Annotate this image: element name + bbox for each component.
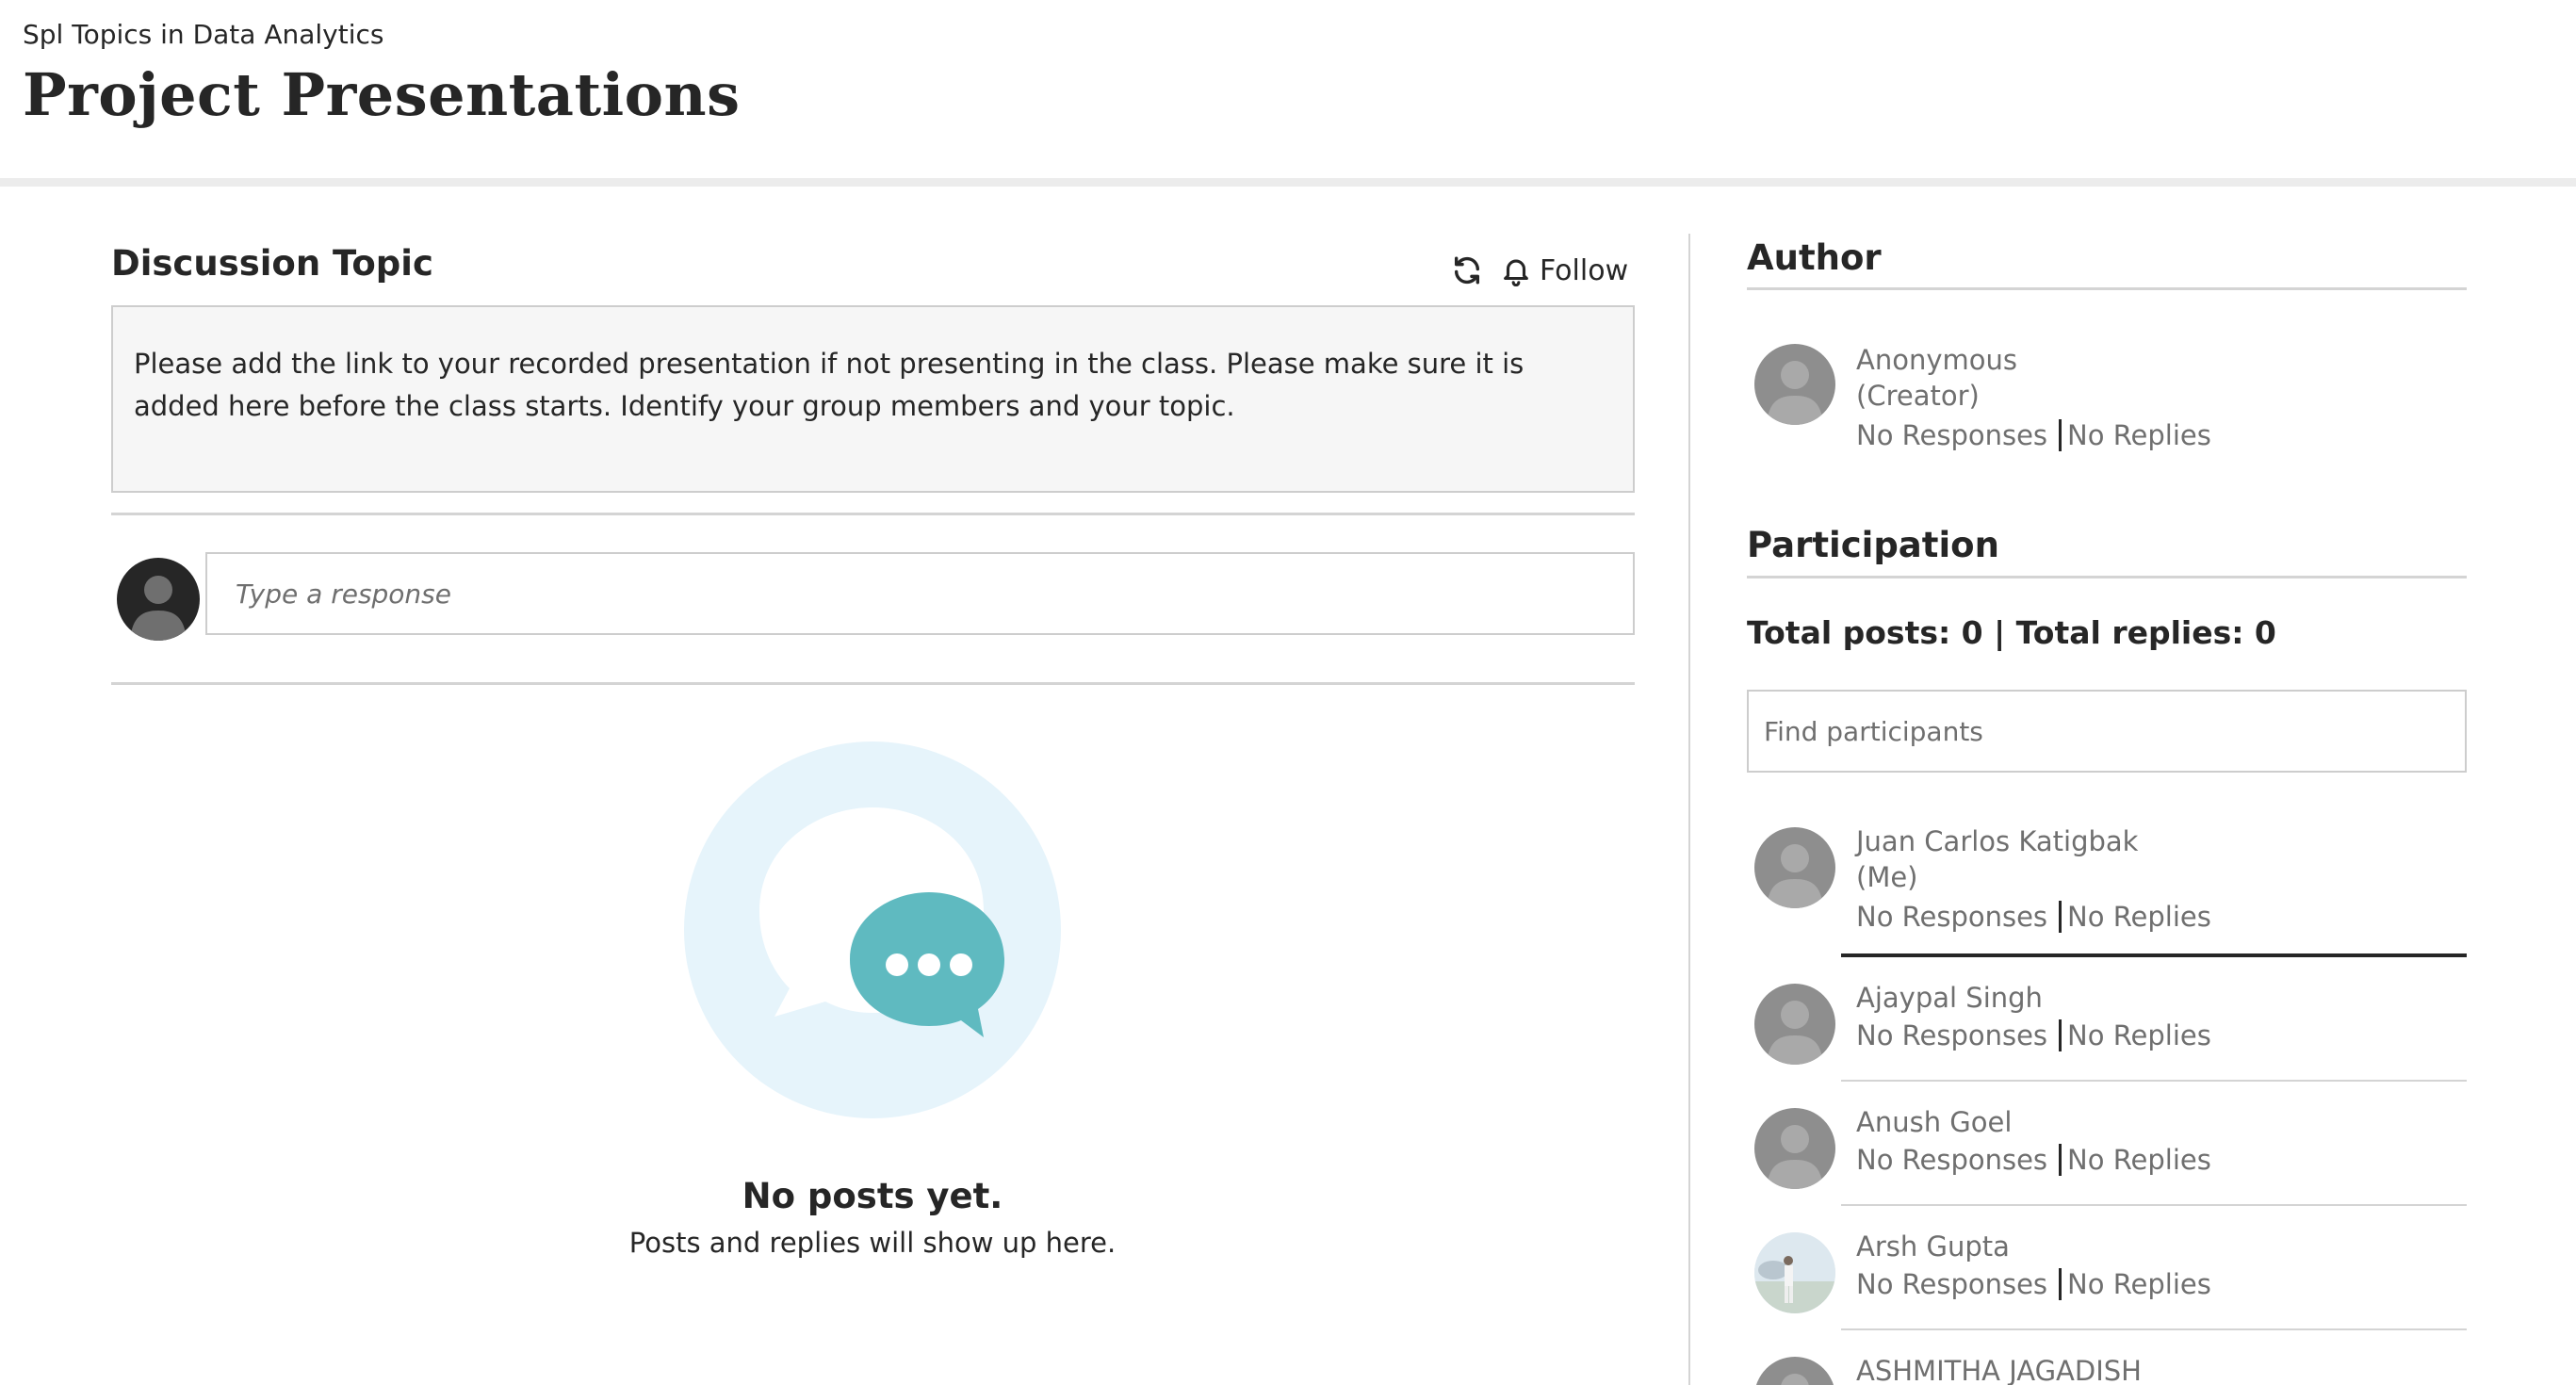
avatar [1754, 984, 1835, 1065]
stat-separator [2059, 901, 2062, 933]
author-card[interactable]: Anonymous (Creator) No Responses No Repli… [1747, 342, 2467, 464]
participant-stats: No Responses No Replies [1856, 901, 2211, 935]
responses-count: No Responses [1856, 1268, 2048, 1300]
participant-name: Anush Goel [1856, 1106, 2013, 1138]
discussion-topic-heading: Discussion Topic [111, 243, 433, 284]
stat-separator [2059, 419, 2062, 451]
column-divider [1688, 234, 1690, 1385]
participant-stats: No Responses No Replies [1856, 1144, 2211, 1178]
follow-button[interactable]: Follow [1500, 254, 1628, 287]
responses-count: No Responses [1856, 419, 2048, 451]
divider [1841, 1328, 2467, 1330]
stat-separator [2059, 1019, 2062, 1051]
responses-count: No Responses [1856, 1019, 2048, 1051]
responses-count: No Responses [1856, 901, 2048, 933]
replies-count: No Replies [2067, 901, 2211, 933]
participant-tag: (Me) [1856, 861, 1918, 893]
divider [111, 682, 1635, 685]
response-input[interactable] [205, 552, 1635, 635]
replies-count: No Replies [2067, 1019, 2211, 1051]
divider [1747, 287, 2467, 290]
author-role: (Creator) [1856, 380, 1980, 412]
participant-name: Juan Carlos Katigbak [1856, 825, 2139, 857]
no-posts-illustration [684, 741, 1061, 1118]
avatar-photo [1754, 1232, 1835, 1313]
participation-totals: Total posts: 0 | Total replies: 0 [1747, 614, 2276, 651]
avatar [1754, 1108, 1835, 1189]
participant-item[interactable]: Ajaypal Singh No Responses No Replies [1747, 980, 2467, 1085]
participant-item[interactable]: Juan Carlos Katigbak (Me) No Responses No… [1747, 823, 2467, 961]
current-user-avatar [117, 558, 200, 641]
responses-count: No Responses [1856, 1144, 2048, 1176]
participant-name: ASHMITHA JAGADISH [1856, 1355, 2142, 1385]
stat-separator [2059, 1144, 2062, 1176]
follow-label: Follow [1540, 253, 1629, 287]
participant-item[interactable]: Anush Goel No Responses No Replies [1747, 1104, 2467, 1210]
participant-stats: No Responses No Replies [1856, 1019, 2211, 1053]
page-header: Spl Topics in Data Analytics Project Pre… [0, 0, 2576, 187]
avatar [1754, 344, 1835, 425]
replies-count: No Replies [2067, 419, 2211, 451]
topic-description: Please add the link to your recorded pre… [111, 305, 1635, 493]
topic-actions: Follow [1445, 249, 1628, 292]
page-title: Project Presentations [23, 60, 741, 129]
bell-icon [1504, 259, 1528, 286]
empty-state-title: No posts yet. [742, 1176, 1003, 1216]
divider [1841, 1080, 2467, 1082]
author-name: Anonymous [1856, 344, 2017, 376]
participant-name: Ajaypal Singh [1856, 982, 2043, 1014]
empty-state-subtitle: Posts and replies will show up here. [628, 1227, 1117, 1259]
participant-item[interactable]: ASHMITHA JAGADISH [1747, 1353, 2467, 1385]
author-stats: No Responses No Replies [1856, 419, 2211, 453]
find-participants-input[interactable] [1747, 690, 2467, 773]
divider [1841, 1204, 2467, 1206]
replies-count: No Replies [2067, 1144, 2211, 1176]
stat-separator [2059, 1268, 2062, 1300]
participation-heading: Participation [1747, 525, 1999, 565]
author-heading: Author [1747, 237, 1882, 278]
course-breadcrumb[interactable]: Spl Topics in Data Analytics [23, 19, 383, 50]
avatar [1754, 1357, 1835, 1385]
header-divider [0, 178, 2576, 187]
refresh-icon[interactable] [1445, 249, 1489, 292]
replies-count: No Replies [2067, 1268, 2211, 1300]
participant-item[interactable]: Arsh Gupta No Responses No Replies [1747, 1229, 2467, 1334]
avatar [1754, 827, 1835, 908]
participant-name: Arsh Gupta [1856, 1230, 2010, 1263]
divider [111, 513, 1635, 515]
divider [1747, 576, 2467, 578]
selected-indicator [1841, 953, 2467, 957]
participant-stats: No Responses No Replies [1856, 1268, 2211, 1302]
